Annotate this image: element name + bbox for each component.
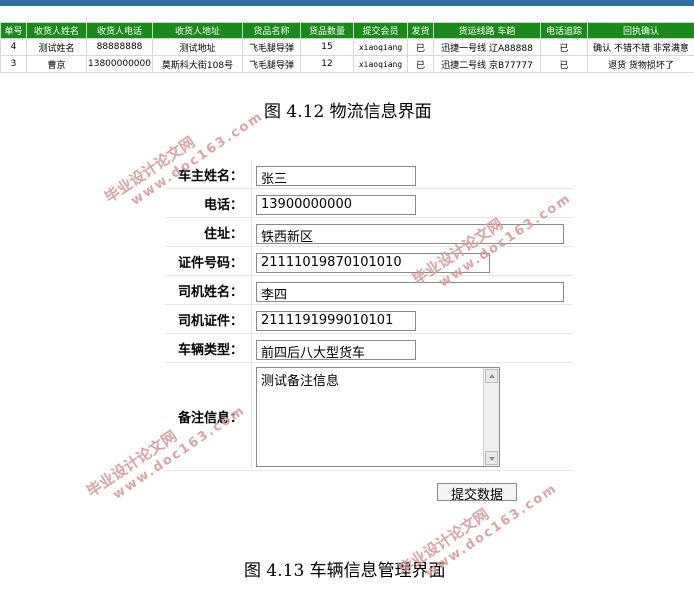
address-input[interactable]: 铁西新区 (256, 224, 564, 244)
column-divider (251, 305, 252, 333)
remarks-label: 备注信息： (177, 411, 243, 426)
header-cell: 货运线路 车趟 (433, 22, 541, 39)
cell-consignee-address: 测试地址 (152, 38, 243, 56)
header-cell: 收货人姓名 (26, 22, 87, 39)
header-cell: 回执确认 (587, 22, 694, 39)
cell-phone-tracking: 已 (540, 55, 588, 73)
header-cell: 货品数量 (300, 22, 354, 39)
cell-member: xiaoqiang (353, 55, 408, 73)
driver-license-input[interactable]: 2111191999010101 (256, 311, 416, 331)
scroll-down-icon[interactable] (485, 451, 498, 465)
header-cell: 货品名称 (242, 22, 301, 39)
cell-route: 迅捷一号线 辽A88888 (433, 38, 541, 56)
form-row-id-number: 证件号码： 21111019870101010 (165, 247, 573, 276)
column-divider (251, 189, 252, 217)
id-number-label: 证件号码： (177, 255, 243, 271)
remarks-textarea[interactable]: 测试备注信息 (256, 367, 500, 467)
phone-label: 电话： (203, 197, 243, 213)
driver-license-label: 司机证件： (177, 313, 243, 329)
owner-name-label: 车主姓名： (177, 168, 243, 184)
column-divider (251, 247, 252, 275)
form-row-vehicle-type: 车辆类型： 前四后八大型货车 (165, 334, 573, 363)
remarks-scrollbar[interactable] (483, 368, 499, 466)
form-row-address: 住址： 铁西新区 (165, 218, 573, 247)
vehicle-type-label: 车辆类型： (177, 342, 243, 358)
cell-member: xiaoqiang (353, 38, 408, 56)
cell-goods-name: 飞毛腿导弹 (242, 38, 301, 56)
driver-name-input[interactable]: 李四 (256, 282, 564, 302)
cell-order-no: 4 (0, 38, 27, 56)
header-cell: 电话追踪 (540, 22, 588, 39)
logistics-table: 单号 收货人姓名 收货人电话 收货人地址 货品名称 货品数量 提交会员 发货 货… (0, 22, 694, 73)
table-header-row: 单号 收货人姓名 收货人电话 收货人地址 货品名称 货品数量 提交会员 发货 货… (0, 22, 694, 39)
remarks-text: 测试备注信息 (261, 374, 340, 389)
vehicle-type-input[interactable]: 前四后八大型货车 (256, 340, 416, 360)
column-divider (251, 363, 252, 470)
form-row-driver-license: 司机证件： 2111191999010101 (165, 305, 573, 334)
column-divider (251, 276, 252, 304)
cell-route: 迅捷二号线 京B77777 (433, 55, 541, 73)
cell-consignee-name: 测试姓名 (26, 38, 87, 56)
table-row: 3 曹京 13800000000 莫斯科大街108号 飞毛腿导弹 12 xiao… (0, 55, 694, 73)
figure-caption-4-13: 图 4.13 车辆信息管理界面 (244, 561, 446, 581)
top-bar (0, 0, 694, 6)
cell-consignee-phone: 13800000000 (86, 55, 153, 73)
scroll-up-icon[interactable] (485, 369, 498, 383)
header-cell: 收货人电话 (86, 22, 153, 39)
cell-consignee-name: 曹京 (26, 55, 87, 73)
cell-shipped: 已 (407, 55, 434, 73)
cell-phone-tracking: 已 (540, 38, 588, 56)
figure-caption-4-12: 图 4.12 物流信息界面 (264, 102, 432, 122)
form-row-remarks: 备注信息： 测试备注信息 (165, 363, 573, 471)
form-row-driver-name: 司机姓名： 李四 (165, 276, 573, 305)
cell-shipped: 已 (407, 38, 434, 56)
cell-consignee-phone: 88888888 (86, 38, 153, 56)
cell-order-no: 3 (0, 55, 27, 73)
cell-receipt: 确认 不错不错 非常满意 (587, 38, 694, 56)
form-row-owner-name: 车主姓名： 张三 (165, 160, 573, 189)
header-cell: 单号 (0, 22, 27, 39)
column-divider (251, 218, 252, 246)
phone-input[interactable]: 13900000000 (256, 195, 416, 215)
header-cell: 发货 (407, 22, 434, 39)
address-label: 住址： (203, 226, 243, 242)
submit-data-button[interactable]: 提交数据 (437, 483, 517, 503)
column-divider (251, 334, 252, 362)
cell-consignee-address: 莫斯科大街108号 (152, 55, 243, 73)
id-number-input[interactable]: 21111019870101010 (256, 253, 490, 273)
cell-goods-name: 飞毛腿导弹 (242, 55, 301, 73)
header-cell: 提交会员 (353, 22, 408, 39)
form-row-phone: 电话： 13900000000 (165, 189, 573, 218)
vehicle-info-form: 车主姓名： 张三 电话： 13900000000 住址： 铁西新区 证件号码： … (165, 160, 573, 471)
driver-name-label: 司机姓名： (177, 284, 243, 300)
cell-receipt: 退货 货物损坏了 (587, 55, 694, 73)
header-cell: 收货人地址 (152, 22, 243, 39)
owner-name-input[interactable]: 张三 (256, 166, 416, 186)
cell-goods-qty: 15 (300, 38, 354, 56)
table-row: 4 测试姓名 88888888 测试地址 飞毛腿导弹 15 xiaoqiang … (0, 38, 694, 56)
column-divider (251, 160, 252, 188)
cell-goods-qty: 12 (300, 55, 354, 73)
